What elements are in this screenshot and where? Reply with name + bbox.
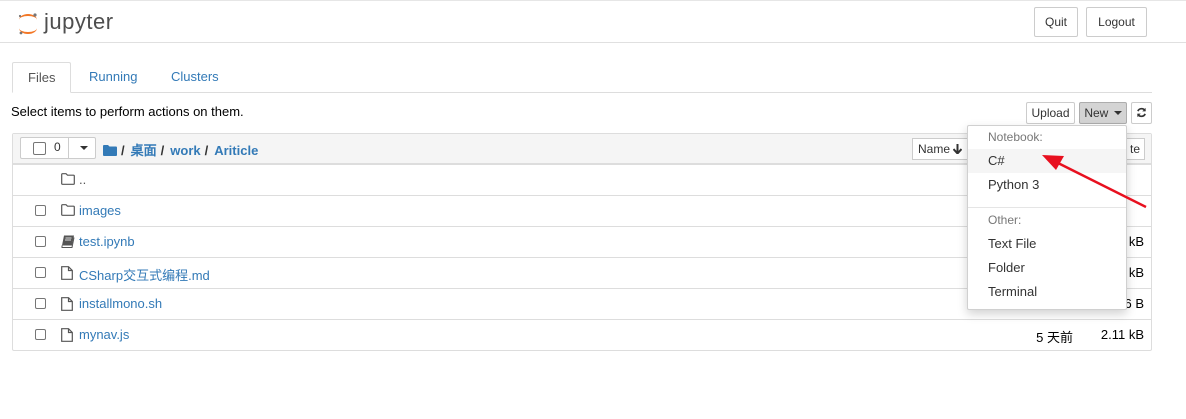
- menu-divider: [968, 207, 1126, 208]
- file-name-link[interactable]: images: [79, 203, 121, 218]
- menu-item-text-file[interactable]: Text File: [968, 232, 1126, 256]
- breadcrumb-item[interactable]: 桌面: [131, 143, 157, 158]
- header-bar: jupyter Quit Logout: [0, 1, 1186, 43]
- file-icon: [61, 328, 73, 345]
- notebook-section-header: Notebook:: [988, 130, 1043, 144]
- menu-item-csharp-notebook[interactable]: C#: [968, 149, 1126, 173]
- menu-item-python3-notebook[interactable]: Python 3: [968, 173, 1126, 197]
- logout-button[interactable]: Logout: [1086, 7, 1147, 37]
- notebook-icon: [61, 235, 75, 251]
- upload-button[interactable]: Upload: [1026, 102, 1075, 124]
- new-dropdown-button[interactable]: New: [1079, 102, 1127, 124]
- tab-running[interactable]: Running: [74, 62, 152, 92]
- row-checkbox[interactable]: [35, 298, 46, 309]
- menu-item-folder[interactable]: Folder: [968, 256, 1126, 280]
- jupyter-logo-icon: [18, 13, 37, 35]
- select-all-checkbox[interactable]: [33, 142, 46, 155]
- sort-by-name-button[interactable]: Name: [912, 138, 972, 160]
- file-icon: [61, 297, 73, 314]
- row-checkbox[interactable]: [35, 236, 46, 247]
- arrow-down-icon: [953, 144, 963, 156]
- refresh-button[interactable]: [1131, 102, 1152, 124]
- breadcrumb: / 桌面 / work / Ariticle: [103, 140, 258, 159]
- quit-button[interactable]: Quit: [1034, 7, 1078, 37]
- logo-text: jupyter: [44, 9, 114, 34]
- selection-hint: Select items to perform actions on them.: [11, 104, 244, 119]
- other-section-header: Other:: [988, 213, 1022, 227]
- new-label: New: [1084, 106, 1109, 120]
- tab-clusters[interactable]: Clusters: [156, 62, 234, 92]
- caret-down-icon[interactable]: [80, 146, 88, 150]
- file-name-link[interactable]: mynav.js: [79, 327, 129, 342]
- row-checkbox[interactable]: [35, 205, 46, 216]
- file-name-link[interactable]: installmono.sh: [79, 296, 162, 311]
- file-name-link[interactable]: ..: [79, 172, 86, 187]
- new-dropdown-menu: Notebook: C# Python 3 Other: Text File F…: [967, 125, 1127, 310]
- file-name-link[interactable]: test.ipynb: [79, 234, 135, 249]
- folder-home-icon[interactable]: [103, 145, 117, 156]
- breadcrumb-item[interactable]: work: [170, 143, 200, 158]
- menu-item-terminal[interactable]: Terminal: [968, 280, 1126, 304]
- sort-name-label: Name: [918, 142, 951, 156]
- file-modified: 5 天前: [1036, 330, 1073, 345]
- file-size: kB: [1128, 265, 1144, 280]
- file-size: kB: [1128, 234, 1144, 249]
- file-size: 6 B: [1124, 296, 1144, 311]
- refresh-icon: [1137, 107, 1146, 118]
- tab-files[interactable]: Files: [12, 62, 72, 93]
- select-all-dropdown[interactable]: 0: [20, 137, 96, 159]
- file-size: 2.11 kB: [1100, 327, 1144, 342]
- file-icon: [61, 266, 73, 283]
- tab-bar: Files Running Clusters: [12, 62, 1152, 93]
- file-name-link[interactable]: CSharp交互式编程.md: [79, 265, 210, 284]
- parent-folder-icon: [61, 173, 75, 188]
- jupyter-logo[interactable]: jupyter: [16, 9, 126, 39]
- list-item[interactable]: mynav.js 5 天前 2.11 kB: [13, 319, 1151, 350]
- selected-count: 0: [54, 140, 61, 154]
- breadcrumb-item[interactable]: Ariticle: [214, 143, 258, 158]
- folder-icon: [61, 204, 75, 219]
- row-checkbox[interactable]: [35, 329, 46, 340]
- row-checkbox[interactable]: [35, 267, 46, 278]
- caret-down-icon: [1113, 111, 1122, 115]
